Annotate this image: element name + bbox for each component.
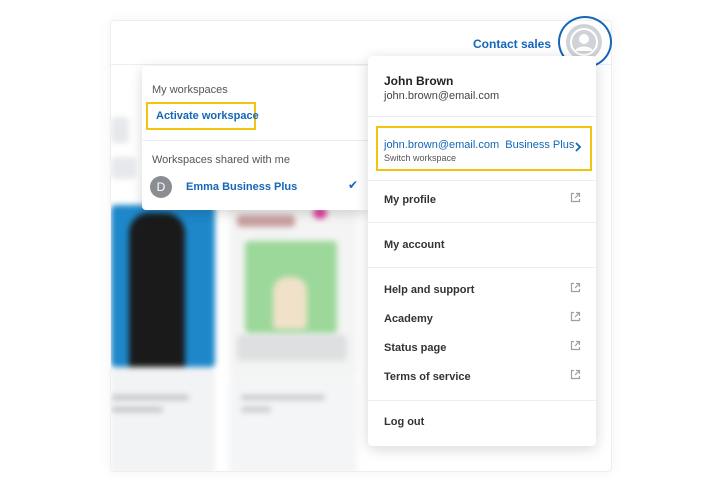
- user-name: John Brown: [384, 74, 454, 88]
- shared-workspaces-heading: Workspaces shared with me: [152, 154, 290, 166]
- menu-divider: [368, 267, 596, 268]
- menu-item-my-account[interactable]: My account: [368, 233, 596, 259]
- user-email: john.brown@email.com: [384, 90, 500, 102]
- chevron-right-icon: [575, 142, 582, 152]
- workspace-menu: My workspaces Activate workspace Workspa…: [142, 66, 370, 210]
- user-icon: [570, 28, 598, 56]
- menu-divider: [368, 116, 596, 117]
- external-link-icon: [570, 192, 581, 203]
- menu-divider: [368, 180, 596, 181]
- user-avatar[interactable]: [566, 24, 602, 60]
- workspace-email: john.brown@email.com: [384, 139, 500, 151]
- menu-item-my-profile[interactable]: My profile: [368, 188, 596, 214]
- menu-item-label: Log out: [384, 416, 425, 428]
- workspace-avatar: D: [150, 176, 172, 198]
- check-icon: ✔: [348, 178, 359, 192]
- workspace-plan: Business Plus: [505, 139, 575, 151]
- menu-item-academy[interactable]: Academy: [368, 307, 596, 333]
- external-link-icon: [570, 282, 581, 293]
- switch-workspace-subtitle: Switch workspace: [384, 153, 457, 163]
- current-workspace-label: john.brown@email.com Business Plus: [384, 139, 574, 151]
- external-link-icon: [570, 340, 581, 351]
- profile-menu: John Brown john.brown@email.com john.bro…: [368, 56, 596, 446]
- menu-item-terms-of-service[interactable]: Terms of service: [368, 365, 596, 391]
- contact-sales-link[interactable]: Contact sales: [473, 37, 551, 51]
- my-workspaces-heading: My workspaces: [152, 84, 228, 96]
- menu-item-label: Status page: [384, 342, 447, 354]
- menu-divider: [368, 222, 596, 223]
- activate-workspace-button[interactable]: Activate workspace: [146, 102, 259, 130]
- menu-item-label: Help and support: [384, 284, 475, 296]
- menu-item-status-page[interactable]: Status page: [368, 336, 596, 362]
- external-link-icon: [570, 311, 581, 322]
- menu-item-label: My profile: [384, 194, 436, 206]
- external-link-icon: [570, 369, 581, 380]
- workspace-name: Emma Business Plus: [186, 181, 298, 193]
- workspace-divider: [142, 140, 370, 141]
- log-out-button[interactable]: Log out: [368, 410, 596, 436]
- menu-item-help-and-support[interactable]: Help and support: [368, 278, 596, 304]
- menu-item-label: Terms of service: [384, 371, 471, 383]
- menu-item-label: Academy: [384, 313, 433, 325]
- shared-workspace-item[interactable]: D Emma Business Plus ✔: [146, 174, 366, 200]
- menu-item-label: My account: [384, 239, 445, 251]
- switch-workspace-button[interactable]: john.brown@email.com Business Plus Switc…: [376, 126, 592, 171]
- menu-divider: [368, 400, 596, 401]
